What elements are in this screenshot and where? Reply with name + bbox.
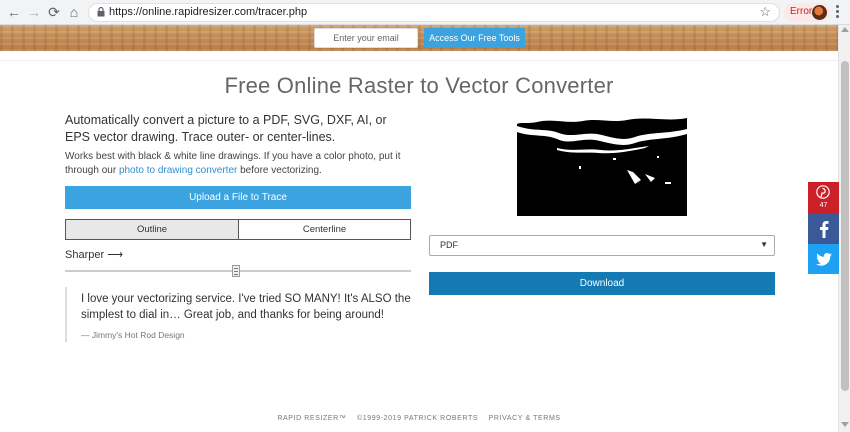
upload-file-button[interactable]: Upload a File to Trace [65, 186, 411, 209]
pinterest-count: 47 [819, 202, 828, 209]
facebook-icon [820, 221, 829, 238]
twitter-share-button[interactable] [808, 244, 839, 274]
email-input[interactable] [314, 28, 418, 48]
page-title: Free Online Raster to Vector Converter [224, 73, 614, 98]
sharpness-slider-handle[interactable] [232, 265, 240, 277]
footer-brand: RAPID RESIZER™ [277, 415, 347, 422]
browser-toolbar: ← → ⟳ ⌂ https://online.rapidresizer.com/… [0, 0, 850, 25]
footer-privacy-link[interactable]: PRIVACY & TERMS [489, 415, 561, 422]
sharper-label: Sharper ⟶ [65, 249, 123, 261]
wood-banner [0, 25, 838, 51]
page-scrollbar[interactable] [838, 25, 850, 432]
format-select-value: PDF [440, 240, 458, 250]
scroll-thumb[interactable] [841, 61, 849, 391]
vector-preview-image [517, 112, 687, 216]
address-bar[interactable]: https://online.rapidresizer.com/tracer.p… [88, 3, 780, 22]
photo-to-drawing-link[interactable]: photo to drawing converter [119, 165, 237, 176]
profile-error-pill[interactable]: Error [784, 3, 830, 22]
footer: RAPID RESIZER™ ©1999-2019 PATRICK ROBERT… [0, 415, 838, 422]
pinterest-icon [816, 185, 830, 199]
access-free-tools-button[interactable]: Access Our Free Tools [424, 28, 525, 48]
pinterest-share-button[interactable]: 47 [808, 182, 839, 214]
lock-icon [97, 7, 105, 17]
scroll-down-icon[interactable] [841, 422, 849, 427]
bookmark-star-icon[interactable]: ☆ [759, 4, 771, 20]
reload-icon[interactable]: ⟳ [46, 4, 62, 20]
twitter-icon [816, 253, 832, 266]
chevron-down-icon: ▼ [760, 240, 768, 249]
quote-rule [65, 287, 67, 342]
home-icon[interactable]: ⌂ [66, 4, 82, 20]
format-select[interactable]: PDF ▼ [429, 235, 775, 256]
scroll-up-icon[interactable] [841, 27, 849, 32]
lead-text: Automatically convert a picture to a PDF… [65, 113, 387, 144]
testimonial-author: — Jimmy's Hot Rod Design [81, 330, 185, 340]
url-text: https://online.rapidresizer.com/tracer.p… [109, 6, 308, 18]
more-options-icon[interactable] [836, 5, 840, 19]
testimonial-quote: I love your vectorizing service. I've tr… [81, 293, 411, 321]
download-button[interactable]: Download [429, 272, 775, 295]
forward-arrow-icon[interactable]: → [26, 4, 42, 20]
back-arrow-icon[interactable]: ← [6, 4, 22, 20]
facebook-share-button[interactable] [808, 214, 839, 244]
footer-copyright: ©1999-2019 PATRICK ROBERTS [356, 415, 479, 422]
tab-outline[interactable]: Outline [65, 219, 239, 240]
avatar [812, 5, 827, 20]
tip-text: Works best with black & white line drawi… [65, 150, 415, 178]
banner-divider [0, 51, 838, 61]
error-label: Error [790, 6, 813, 17]
tab-centerline[interactable]: Centerline [238, 219, 411, 240]
tip-suffix: before vectorizing. [237, 165, 322, 176]
